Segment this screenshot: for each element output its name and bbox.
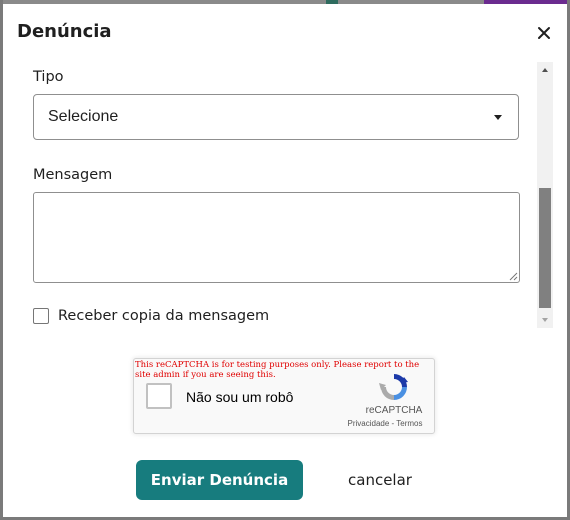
scrollbar-thumb[interactable] xyxy=(539,188,551,308)
tipo-select-value: Selecione xyxy=(48,108,119,125)
close-icon xyxy=(538,27,550,39)
recaptcha-links-separator: - xyxy=(391,419,395,428)
form-scrollbar[interactable] xyxy=(537,62,553,328)
resize-grip-icon[interactable] xyxy=(508,271,518,281)
scroll-up-arrow-icon[interactable] xyxy=(537,62,553,78)
chevron-down-icon xyxy=(494,115,502,120)
tipo-label: Tipo xyxy=(33,69,64,85)
modal-title: Denúncia xyxy=(17,21,112,42)
recaptcha-terms-link[interactable]: Termos xyxy=(396,419,422,428)
scroll-down-arrow-icon[interactable] xyxy=(537,312,553,328)
report-modal: Denúncia Tipo Selecione Mensagem Receber… xyxy=(2,4,567,517)
copy-checkbox-row[interactable]: Receber copia da mensagem xyxy=(33,308,269,324)
recaptcha-links: Privacidade - Termos xyxy=(340,419,430,428)
copy-checkbox[interactable] xyxy=(33,308,49,324)
submit-report-button[interactable]: Enviar Denúncia xyxy=(136,460,303,500)
recaptcha-widget: This reCAPTCHA is for testing purposes o… xyxy=(133,358,435,434)
recaptcha-brand: reCAPTCHA xyxy=(365,405,423,416)
mensagem-textarea[interactable] xyxy=(33,192,520,283)
recaptcha-checkbox[interactable] xyxy=(146,383,172,409)
recaptcha-privacy-link[interactable]: Privacidade xyxy=(347,419,389,428)
mensagem-label: Mensagem xyxy=(33,167,113,183)
close-button[interactable] xyxy=(533,22,555,44)
recaptcha-label: Não sou um robô xyxy=(186,389,294,405)
recaptcha-logo-icon xyxy=(379,374,408,400)
copy-checkbox-label[interactable]: Receber copia da mensagem xyxy=(58,308,269,324)
tipo-select[interactable]: Selecione xyxy=(33,94,519,140)
form-scroll-area[interactable]: Tipo Selecione Mensagem Receber copia da… xyxy=(2,62,553,328)
cancel-button[interactable]: cancelar xyxy=(332,460,428,500)
